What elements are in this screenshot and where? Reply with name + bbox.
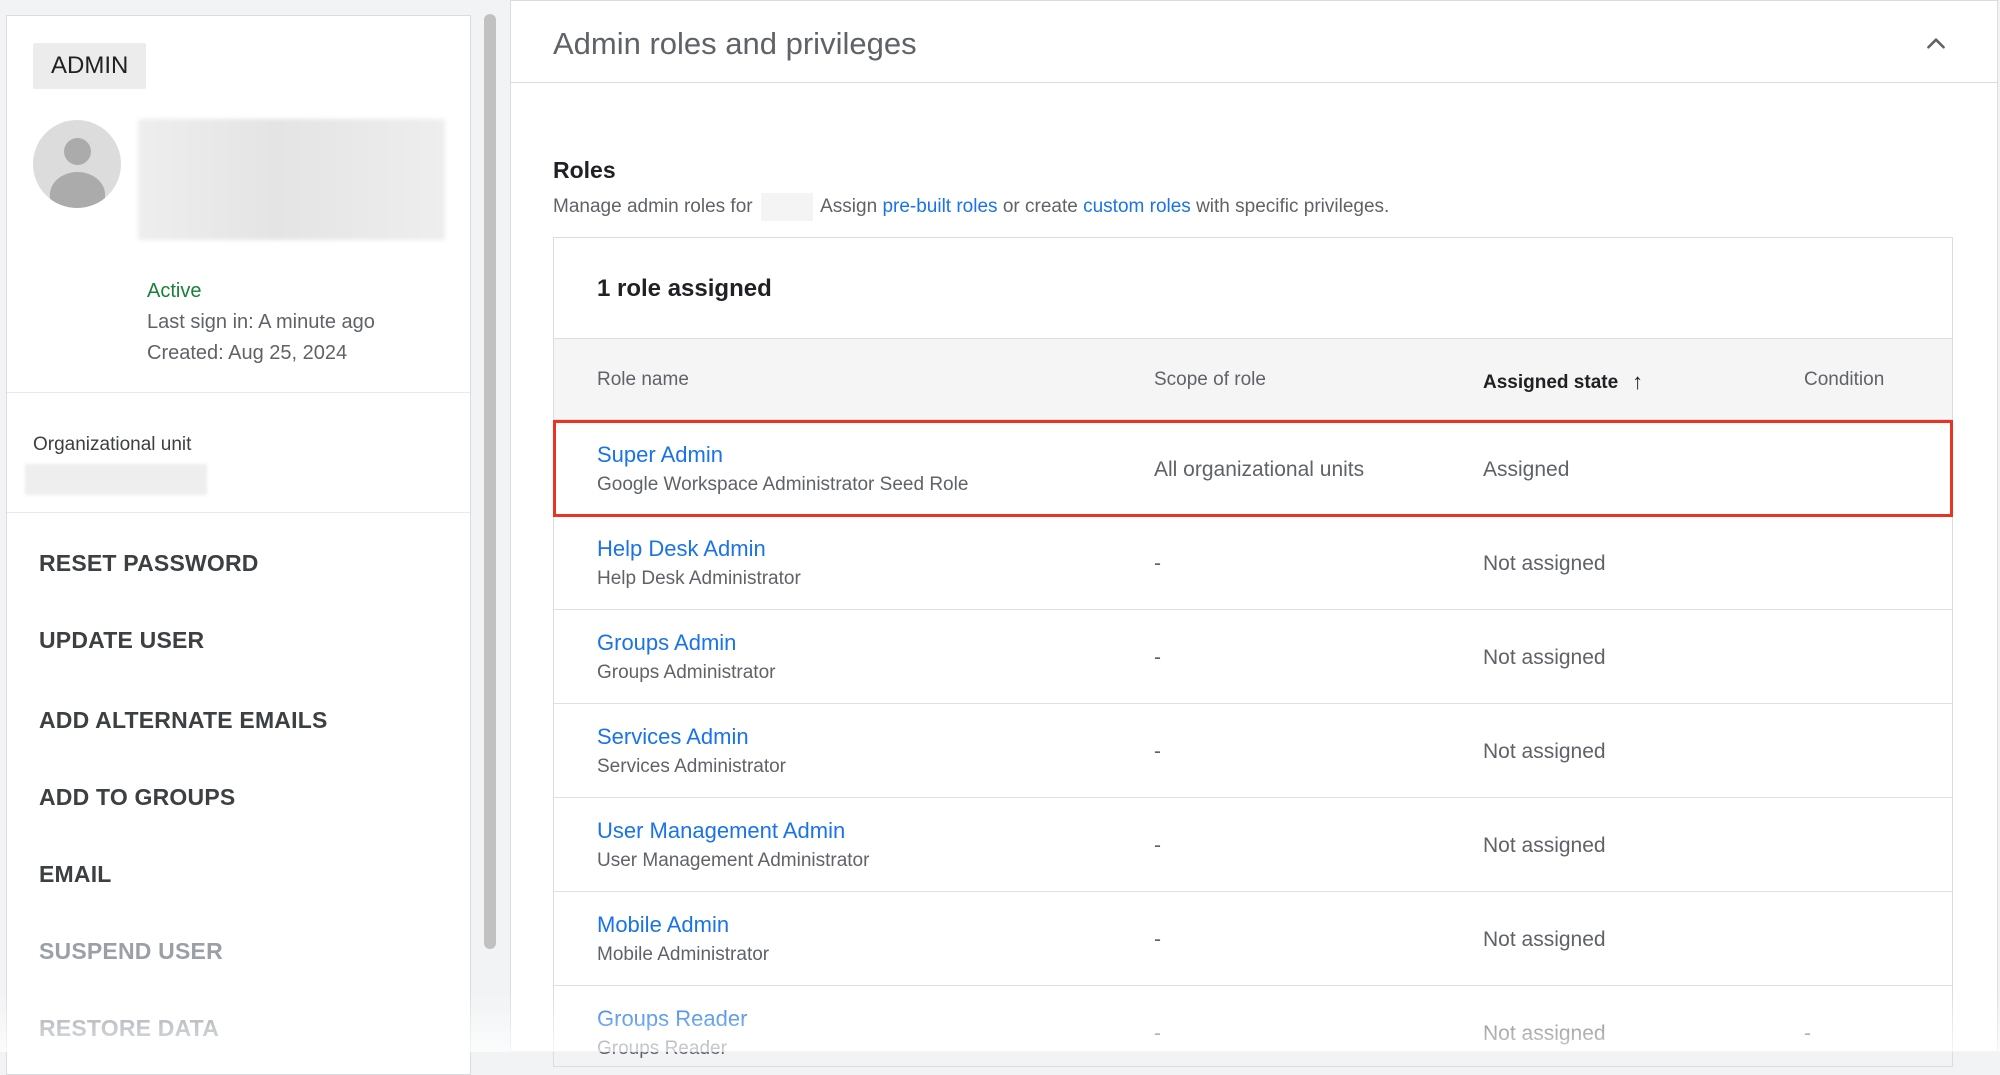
role-scope: - [1154, 928, 1161, 951]
suspend-user-button: SUSPEND USER [39, 938, 223, 964]
table-row[interactable]: Mobile Admin Mobile Administrator - Not … [554, 892, 1952, 986]
redacted-user-name [138, 119, 445, 240]
divider [7, 392, 470, 393]
role-scope: - [1154, 646, 1161, 669]
role-description: Services Administrator [597, 756, 787, 777]
user-info-panel: ADMIN Active Last sign in: A minute ago … [6, 15, 471, 1075]
last-sign-in: Last sign in: A minute ago [147, 311, 375, 333]
avatar-body-icon [50, 172, 105, 208]
avatar [33, 120, 121, 208]
update-user-button[interactable]: UPDATE USER [39, 627, 204, 654]
admin-roles-panel: Admin roles and privileges Roles Manage … [510, 0, 1998, 1067]
column-assigned-state[interactable]: Assigned state ↑ [1483, 369, 1643, 395]
role-state: Not assigned [1483, 740, 1606, 763]
roles-desc-prefix: Manage admin roles for [553, 196, 753, 218]
admin-badge: ADMIN [33, 43, 147, 89]
table-row[interactable]: Groups Reader Groups Reader - Not assign… [554, 986, 1952, 1066]
column-condition[interactable]: Condition [1804, 369, 1884, 391]
role-link[interactable]: Super Admin [597, 442, 723, 468]
column-scope[interactable]: Scope of role [1154, 369, 1266, 391]
table-row[interactable]: Super Admin Google Workspace Administrat… [554, 422, 1952, 516]
role-scope: All organizational units [1154, 458, 1365, 481]
roles-desc-assign: Assign [820, 196, 878, 218]
role-link[interactable]: Help Desk Admin [597, 536, 766, 562]
reset-password-button[interactable]: RESET PASSWORD [39, 550, 259, 577]
divider [7, 512, 470, 513]
role-state: Not assigned [1483, 834, 1606, 857]
role-state: Not assigned [1483, 552, 1606, 575]
role-description: Help Desk Administrator [597, 568, 801, 589]
role-description: Groups Administrator [597, 662, 776, 683]
role-scope: - [1154, 834, 1161, 857]
section-title: Admin roles and privileges [553, 26, 917, 61]
left-scrollbar-thumb[interactable] [484, 14, 496, 949]
role-scope: - [1154, 740, 1161, 763]
role-description: Google Workspace Administrator Seed Role [597, 474, 969, 495]
user-status: Active [147, 280, 202, 302]
section-header[interactable]: Admin roles and privileges [511, 1, 1997, 83]
role-link[interactable]: Groups Admin [597, 630, 736, 656]
redacted-org-unit [25, 464, 207, 495]
role-link[interactable]: Services Admin [597, 724, 749, 750]
role-link[interactable]: Mobile Admin [597, 912, 729, 938]
add-alternate-emails-button[interactable]: ADD ALTERNATE EMAILS [39, 707, 328, 734]
role-condition: - [1804, 1022, 1811, 1045]
column-assigned-state-label: Assigned state [1483, 372, 1619, 393]
roles-description: Manage admin roles for Assign pre-built … [553, 193, 1389, 221]
role-state: Not assigned [1483, 928, 1606, 951]
table-row[interactable]: Help Desk Admin Help Desk Administrator … [554, 516, 1952, 610]
role-scope: - [1154, 552, 1161, 575]
role-link[interactable]: User Management Admin [597, 818, 845, 844]
created-date: Created: Aug 25, 2024 [147, 342, 348, 364]
roles-table-card: 1 role assigned Role name Scope of role … [553, 237, 1953, 1067]
role-description: Groups Reader [597, 1038, 727, 1059]
avatar-head-icon [64, 138, 91, 165]
chevron-up-icon[interactable] [1923, 31, 1949, 57]
roles-desc-suffix: with specific privileges. [1196, 196, 1390, 218]
role-description: Mobile Administrator [597, 944, 770, 965]
add-to-groups-button[interactable]: ADD TO GROUPS [39, 784, 235, 811]
role-scope: - [1154, 1022, 1161, 1045]
role-description: User Management Administrator [597, 850, 870, 871]
column-role-name[interactable]: Role name [597, 369, 689, 391]
table-row[interactable]: User Management Admin User Management Ad… [554, 798, 1952, 892]
roles-heading: Roles [553, 157, 616, 183]
role-state: Not assigned [1483, 646, 1606, 669]
role-link[interactable]: Groups Reader [597, 1006, 747, 1032]
arrow-up-icon[interactable]: ↑ [1632, 369, 1643, 395]
roles-desc-or: or create [1002, 196, 1078, 218]
roles-count: 1 role assigned [597, 275, 772, 302]
role-state: Assigned [1483, 458, 1570, 481]
custom-roles-link[interactable]: custom roles [1083, 196, 1191, 217]
email-button[interactable]: EMAIL [39, 861, 112, 888]
table-header: Role name Scope of role Assigned state ↑ … [554, 338, 1952, 420]
table-row[interactable]: Services Admin Services Administrator - … [554, 704, 1952, 798]
pre-built-roles-link[interactable]: pre-built roles [882, 196, 997, 217]
role-state: Not assigned [1483, 1022, 1606, 1045]
table-row[interactable]: Groups Admin Groups Administrator - Not … [554, 610, 1952, 704]
org-unit-label: Organizational unit [33, 434, 192, 455]
redacted-domain [760, 193, 813, 221]
restore-data-button: RESTORE DATA [39, 1015, 220, 1041]
